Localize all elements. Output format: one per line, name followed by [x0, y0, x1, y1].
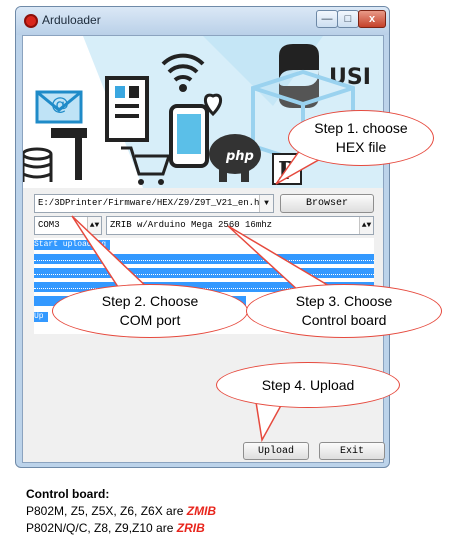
- phone-icon: [169, 104, 209, 168]
- callout-step1-text: Step 1. choose HEX file: [314, 120, 408, 155]
- database-icon: [23, 147, 53, 182]
- log-line-start: Start uploading: [34, 240, 111, 250]
- callout-step3-text: Step 3. Choose Control board: [295, 293, 393, 328]
- close-button[interactable]: x: [358, 10, 386, 28]
- log-line: [34, 268, 374, 278]
- upload-button[interactable]: Upload: [243, 442, 309, 460]
- zmib-models: P802M, Z5, Z5X, Z6, Z6X are: [26, 504, 184, 518]
- chevron-down-icon[interactable]: ▼: [259, 195, 273, 212]
- com-port-selector[interactable]: COM3 ▲▼: [34, 216, 102, 235]
- control-board-selector[interactable]: ZRIB w/Arduino Mega 2560 16mhz ▲▼: [106, 216, 374, 235]
- title-bar[interactable]: Arduloader — □ x: [16, 7, 389, 35]
- maximize-button[interactable]: □: [337, 10, 359, 28]
- perl-text: P: [278, 156, 296, 185]
- exit-button[interactable]: Exit: [319, 442, 385, 460]
- callout-step4: Step 4. Upload: [216, 362, 400, 408]
- control-board-heading: Control board:: [26, 487, 110, 501]
- board-line-zmib: P802M, Z5, Z5X, Z6, Z6X are ZMIB: [26, 503, 216, 519]
- callout-step3: Step 3. Choose Control board: [246, 284, 442, 338]
- callout-step2-text: Step 2. Choose COM port: [101, 293, 199, 328]
- window-title: Arduloader: [42, 13, 101, 27]
- perl-logo: P: [272, 153, 302, 185]
- device-icon: [105, 76, 149, 142]
- arduloader-icon: [24, 14, 38, 28]
- browse-button[interactable]: Browser: [280, 194, 374, 213]
- hex-file-path: E:/3DPrinter/Firmware/HEX/Z9/Z9T_V21_en.…: [38, 198, 271, 208]
- log-dotted-rule: [34, 274, 374, 275]
- minimize-button[interactable]: —: [316, 10, 338, 28]
- svg-text:@: @: [51, 94, 69, 115]
- callout-step1: Step 1. choose HEX file: [288, 110, 434, 166]
- callout-step4-text: Step 4. Upload: [261, 376, 355, 393]
- zrib-board-name: ZRIB: [176, 521, 205, 535]
- log-line-partial: Up: [34, 312, 48, 322]
- log-line: [34, 254, 374, 264]
- spinner-arrows-icon[interactable]: ▲▼: [87, 217, 101, 234]
- callout-step2: Step 2. Choose COM port: [52, 284, 248, 338]
- log-dotted-rule: [34, 260, 374, 261]
- email-icon: @: [35, 90, 83, 124]
- com-port-value: COM3: [38, 220, 60, 230]
- board-line-zrib: P802N/Q/C, Z8, Z9,Z10 are ZRIB: [26, 520, 205, 536]
- spinner-arrows-icon[interactable]: ▲▼: [359, 217, 373, 234]
- hex-file-combobox[interactable]: E:/3DPrinter/Firmware/HEX/Z9/Z9T_V21_en.…: [34, 194, 274, 213]
- php-text: php: [225, 149, 254, 164]
- zmib-board-name: ZMIB: [186, 504, 217, 518]
- control-board-value: ZRIB w/Arduino Mega 2560 16mhz: [110, 220, 273, 230]
- zrib-models: P802N/Q/C, Z8, Z9,Z10 are: [26, 521, 174, 535]
